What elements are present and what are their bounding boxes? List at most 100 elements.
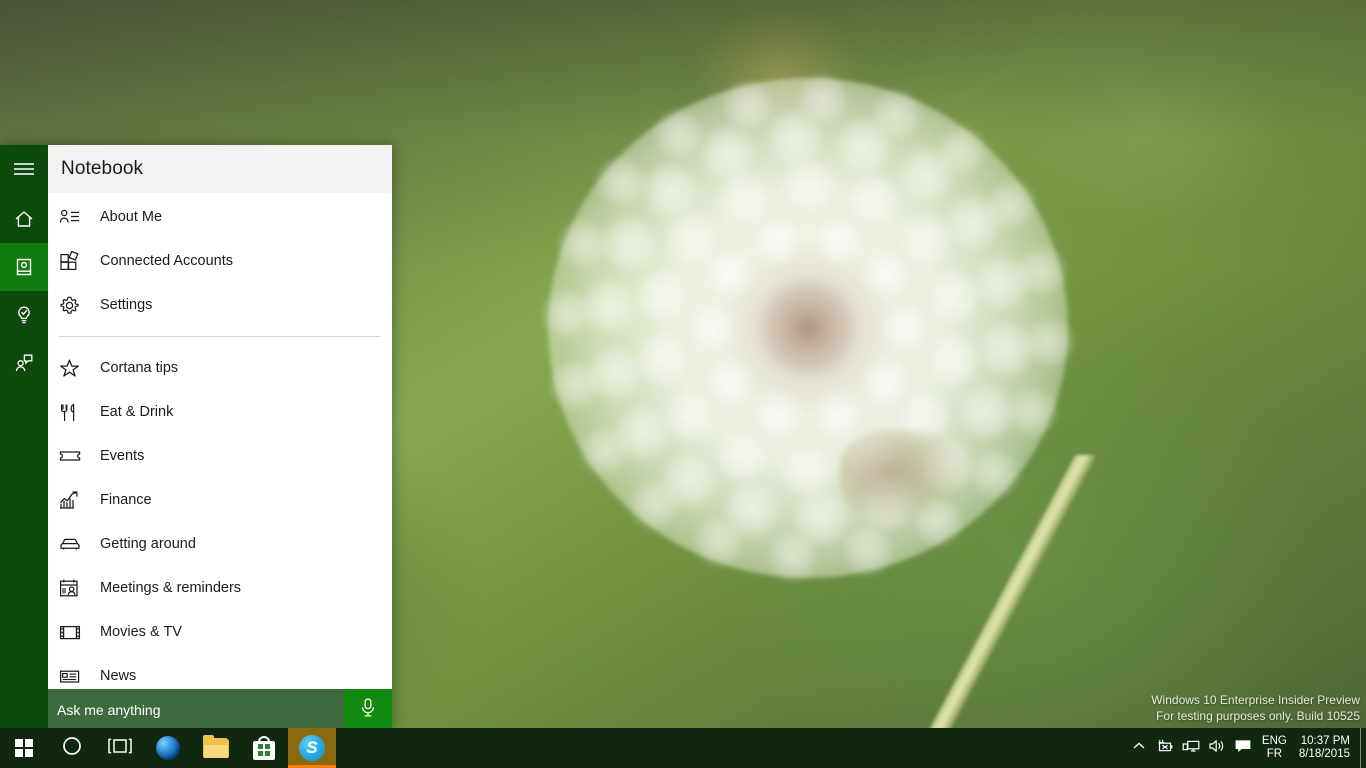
fork-knife-icon <box>59 402 93 423</box>
calendar-person-icon <box>59 578 93 598</box>
notebook-item-label: Getting around <box>100 536 196 552</box>
volume-button[interactable] <box>1204 728 1230 768</box>
notebook-item-cortana-tips[interactable]: Cortana tips <box>48 346 392 390</box>
dandelion-seed <box>797 73 848 124</box>
dandelion-seed <box>814 391 861 438</box>
action-center-button[interactable] <box>1230 728 1256 768</box>
network-button[interactable] <box>1178 728 1204 768</box>
notebook-item-meetings-and-reminders[interactable]: Meetings & reminders <box>48 566 392 610</box>
microphone-icon <box>359 697 377 724</box>
hamburger-menu-button[interactable] <box>0 145 48 193</box>
dandelion-seed <box>862 358 909 405</box>
sidebar-item-home[interactable] <box>0 195 48 243</box>
cortana-content: Notebook About Me Connected Accounts Set… <box>48 145 392 731</box>
dandelion-seed <box>862 251 909 298</box>
notebook-item-eat-and-drink[interactable]: Eat & Drink <box>48 390 392 434</box>
notebook-item-getting-around[interactable]: Getting around <box>48 522 392 566</box>
file-explorer-button[interactable] <box>192 728 240 768</box>
dandelion-seed <box>557 218 608 269</box>
sidebar-item-reminders[interactable] <box>0 291 48 339</box>
show-desktop-button[interactable] <box>1360 728 1366 768</box>
notebook-item-label: News <box>100 668 137 684</box>
dandelion-seed <box>781 444 834 497</box>
star-icon <box>59 358 93 378</box>
taskbar-empty-area[interactable] <box>336 728 1126 768</box>
notebook-item-label: Connected Accounts <box>100 253 234 269</box>
taskbar-buttons: S <box>0 728 336 768</box>
accounts-grid-icon <box>59 251 93 271</box>
edge-button[interactable] <box>144 728 192 768</box>
dandelion-seed <box>871 89 922 140</box>
search-input[interactable] <box>57 702 344 718</box>
notebook-item-label: Events <box>100 448 145 464</box>
home-icon <box>13 208 35 230</box>
system-tray: ENG FR 10:37 PM 8/18/2015 <box>1126 728 1366 768</box>
dandelion-seed <box>928 334 981 387</box>
dandelion-seed <box>699 125 756 182</box>
dandelion-seed <box>755 218 802 265</box>
dandelion-seed <box>641 162 698 219</box>
notebook-header: Notebook <box>48 145 392 193</box>
notebook-icon <box>13 256 35 278</box>
dandelion-seed <box>548 360 599 411</box>
action-center-icon <box>1234 738 1252 759</box>
notebook-item-connected-accounts[interactable]: Connected Accounts <box>48 239 392 283</box>
skype-button[interactable]: S <box>288 728 336 768</box>
dandelion-seed <box>1024 317 1075 368</box>
notebook-item-settings[interactable]: Settings <box>48 283 392 327</box>
dandelion-stem-base <box>840 430 960 520</box>
dandelion-seed <box>541 288 592 339</box>
dandelion-seed <box>755 391 802 438</box>
notebook-item-label: Finance <box>100 492 152 508</box>
sidebar-item-notebook[interactable] <box>0 243 48 291</box>
dandelion-seed <box>665 212 718 265</box>
dandelion-seed <box>959 384 1016 441</box>
notebook-item-about-me[interactable]: About Me <box>48 195 392 239</box>
task-view-button[interactable] <box>96 728 144 768</box>
dandelion-seed <box>600 215 657 272</box>
dandelion-seed <box>782 159 835 212</box>
start-button[interactable] <box>0 728 48 768</box>
clock-date: 8/18/2015 <box>1298 748 1350 760</box>
hamburger-icon <box>13 161 35 177</box>
search-input-wrapper[interactable] <box>48 689 344 731</box>
task-view-icon <box>107 736 133 761</box>
cortana-nav-rail <box>0 145 48 731</box>
dandelion-seed <box>596 156 647 207</box>
notebook-item-label: Cortana tips <box>100 360 179 376</box>
newspaper-icon <box>59 668 93 685</box>
chevron-up-icon <box>1132 739 1146 757</box>
dandelion-seed <box>1017 245 1068 296</box>
clock[interactable]: 10:37 PM 8/18/2015 <box>1293 728 1360 768</box>
notebook-item-finance[interactable]: Finance <box>48 478 392 522</box>
microphone-button[interactable] <box>344 689 392 731</box>
language-line-2: FR <box>1266 748 1283 760</box>
dandelion-seed <box>707 358 754 405</box>
person-speech-icon <box>13 352 35 374</box>
store-button[interactable] <box>240 728 288 768</box>
dandelion-seed <box>653 109 704 160</box>
dandelion-seed <box>664 390 717 443</box>
battery-button[interactable] <box>1152 728 1178 768</box>
language-indicator[interactable]: ENG FR <box>1256 728 1293 768</box>
notebook-item-events[interactable]: Events <box>48 434 392 478</box>
cortana-search-button[interactable] <box>48 728 96 768</box>
dandelion-seed <box>722 80 773 131</box>
battery-x-icon <box>1155 738 1175 759</box>
notebook-divider <box>59 336 380 337</box>
dandelion-seed <box>635 269 688 322</box>
notebook-item-label: Movies & TV <box>100 624 182 640</box>
notebook-item-list: About Me Connected Accounts Settings Cor… <box>48 193 392 689</box>
car-icon <box>59 536 93 552</box>
dandelion-seed <box>768 532 819 583</box>
sidebar-item-feedback[interactable] <box>0 339 48 387</box>
folder-icon <box>203 735 229 758</box>
windows-logo-icon <box>15 739 33 757</box>
show-hidden-icons-button[interactable] <box>1126 728 1152 768</box>
gear-icon <box>59 295 93 316</box>
notebook-item-movies-and-tv[interactable]: Movies & TV <box>48 610 392 654</box>
notebook-item-news[interactable]: News <box>48 654 392 689</box>
dandelion-seed <box>899 213 952 266</box>
person-list-icon <box>59 208 93 226</box>
dandelion-seed <box>707 251 754 298</box>
